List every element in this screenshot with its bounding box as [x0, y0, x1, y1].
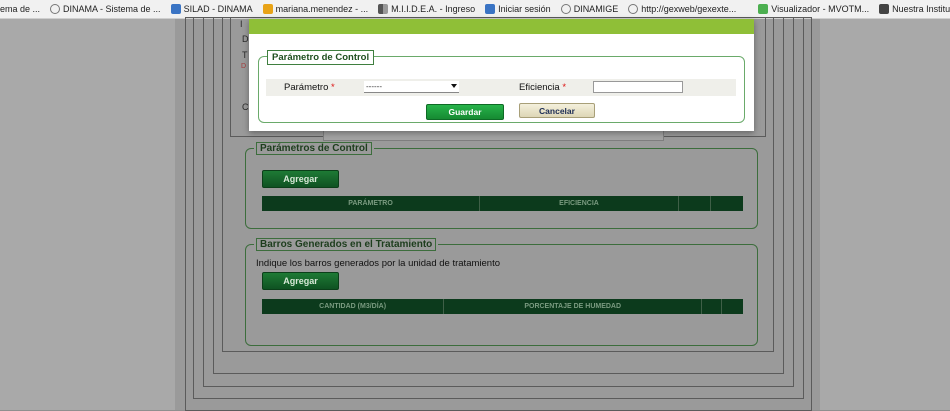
required-marker: *	[562, 82, 567, 93]
hidden-label: I	[240, 19, 243, 29]
modal-title-bar	[249, 19, 754, 34]
eficiencia-input[interactable]	[593, 81, 683, 93]
cancelar-button[interactable]: Cancelar	[519, 103, 595, 118]
office-icon	[262, 4, 273, 14]
modal-legend: Parámetro de Control	[267, 50, 375, 65]
column-header-eficiencia: EFICIENCIA	[480, 196, 679, 211]
silad-icon	[170, 4, 181, 14]
visualizer-icon	[758, 4, 769, 14]
column-header-blank	[702, 299, 723, 314]
required-marker: *	[331, 82, 335, 93]
parametros-table-header: PARÁMETRO EFICIENCIA	[262, 196, 743, 211]
column-header-humedad: PORCENTAJE DE HUMEDAD	[444, 299, 703, 314]
guardar-button[interactable]: Guardar	[426, 104, 504, 120]
parametros-legend: Parámetros de Control	[256, 142, 372, 155]
barros-table-header: CANTIDAD (M3/DÍA) PORCENTAJE DE HUMEDAD	[262, 299, 743, 314]
bookmark-miidea[interactable]: M.I.I.D.E.A. - Ingreso	[378, 4, 475, 14]
agregar-parametro-button[interactable]: Agregar	[262, 170, 339, 188]
bookmark-iniciar-sesion[interactable]: Iniciar sesión	[485, 4, 551, 14]
globe-icon	[628, 4, 639, 14]
chevron-down-icon	[451, 84, 457, 88]
parametro-control-modal: Parámetro de Control Parámetro * ------ …	[249, 19, 754, 131]
modal-form-row: Parámetro * ------ Eficiencia *	[266, 79, 736, 96]
bookmark-visualizador[interactable]: Visualizador - MVOTM...	[758, 4, 869, 14]
bookmark-dinamige[interactable]: DINAMIGE	[560, 4, 618, 14]
column-header-blank	[711, 196, 742, 211]
bookmark-sistema[interactable]: ema de ...	[0, 4, 40, 14]
windows-icon	[485, 4, 496, 14]
hidden-textarea	[323, 131, 664, 141]
bookmark-mariana[interactable]: mariana.menendez - ...	[262, 4, 368, 14]
bookmark-gexweb[interactable]: http://gexweb/gexexte...	[628, 4, 736, 14]
parametro-label: Parámetro *	[284, 82, 335, 93]
institution-icon	[879, 4, 890, 14]
page-margin-left	[0, 19, 175, 410]
hidden-label: C	[242, 102, 249, 112]
globe-icon	[50, 4, 61, 14]
hidden-label: D	[241, 63, 247, 70]
hidden-label: T	[242, 50, 248, 60]
column-header-cantidad: CANTIDAD (M3/DÍA)	[262, 299, 445, 314]
globe-icon	[560, 4, 571, 14]
barros-section: Barros Generados en el Tratamiento	[245, 238, 758, 346]
agregar-barros-button[interactable]: Agregar	[262, 272, 339, 290]
page-margin-right	[820, 19, 950, 410]
barros-legend: Barros Generados en el Tratamiento	[256, 238, 437, 251]
eficiencia-label: Eficiencia *	[519, 82, 567, 93]
miidea-icon	[378, 4, 389, 14]
hidden-label: D	[242, 34, 249, 44]
bookmark-institucion[interactable]: Nuestra Institución	[879, 4, 950, 14]
modal-fieldset: Parámetro de Control Parámetro * ------ …	[258, 47, 745, 123]
parametro-select[interactable]: ------	[364, 81, 459, 93]
column-header-blank	[679, 196, 711, 211]
barros-instruction: Indique los barros generados por la unid…	[256, 258, 500, 269]
column-header-blank	[722, 299, 743, 314]
bookmark-dinama[interactable]: DINAMA - Sistema de ...	[50, 4, 161, 14]
bookmark-silad[interactable]: SILAD - DINAMA	[170, 4, 253, 14]
column-header-parametro: PARÁMETRO	[262, 196, 480, 211]
